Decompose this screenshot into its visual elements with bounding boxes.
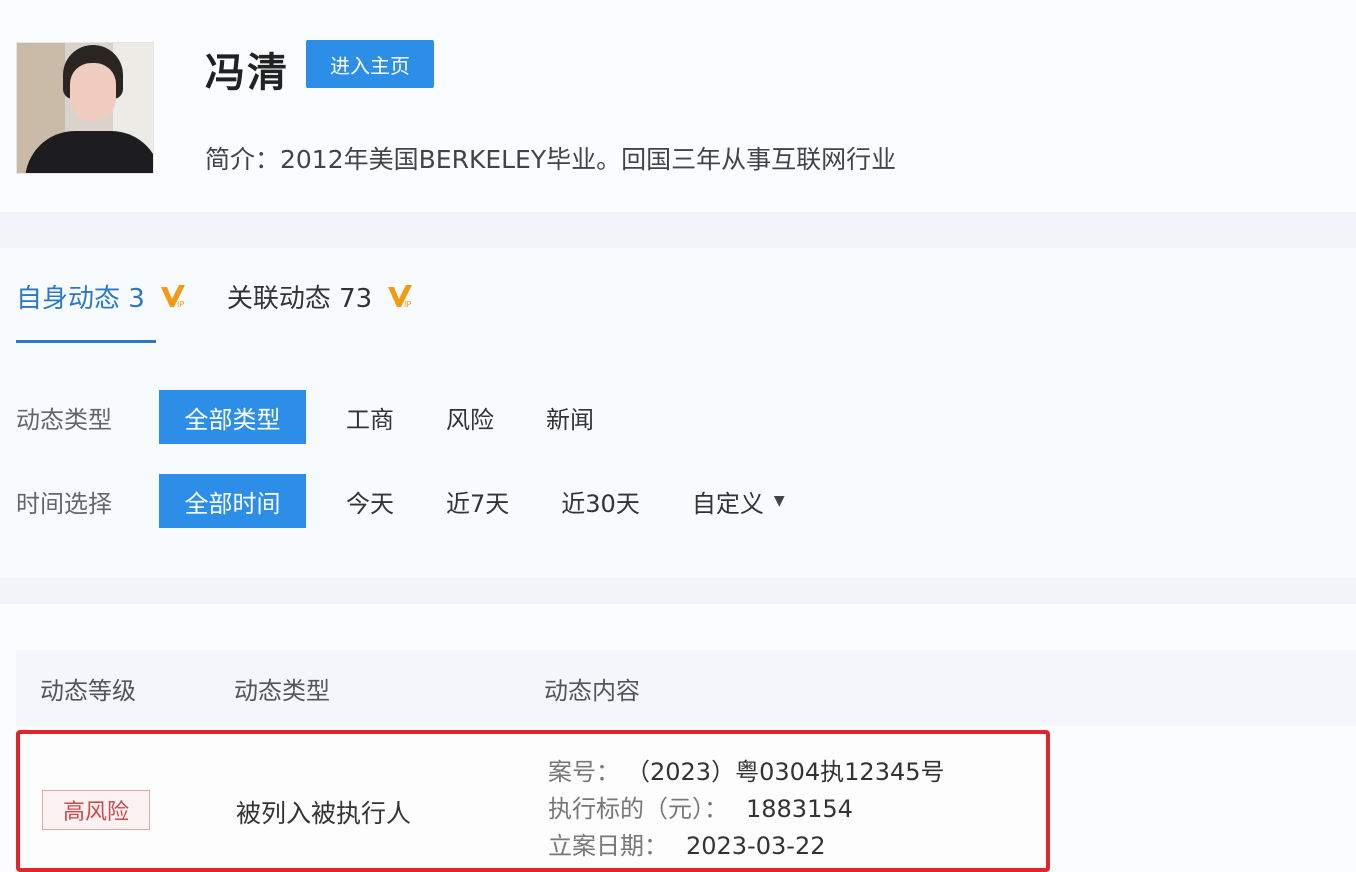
case-number-line: 案号： （2023）粤0304执12345号 [548,752,945,787]
caret-down-icon: ▼ [773,493,785,509]
detail-value: （2023）粤0304执12345号 [638,758,945,786]
filing-date-line: 立案日期： 2023-03-22 [548,826,825,861]
tab-related-dynamics[interactable]: 关联动态 73 IP [227,278,414,315]
time-option-7days[interactable]: 近7天 [428,474,527,528]
tab-label: 关联动态 73 [226,283,373,314]
filter-panel: 自身动态 3 IP 关联动态 73 IP 动态类型 全部类型 工商 风险 新闻 [0,248,1356,578]
time-option-30days[interactable]: 近30天 [543,474,658,528]
enter-homepage-button[interactable]: 进入主页 [306,40,434,88]
avatar [16,42,154,174]
type-option-news[interactable]: 新闻 [528,390,612,444]
type-option-business[interactable]: 工商 [328,390,412,444]
time-option-custom-dropdown[interactable]: 自定义 ▼ [674,474,803,528]
detail-key: 案号： [548,758,620,786]
custom-option-label: 自定义 [691,489,764,518]
dynamics-table: 动态等级 动态类型 动态内容 高风险 被列入被执行人 案号： （2023）粤030… [0,604,1356,872]
detail-value: 2023-03-22 [686,832,826,860]
column-header-content: 动态内容 [544,676,640,705]
profile-name: 冯清 [205,50,289,96]
type-option-all[interactable]: 全部类型 [159,390,306,444]
detail-value: 1883154 [746,795,853,823]
time-filter-label: 时间选择 [16,489,112,518]
type-filter-label: 动态类型 [16,405,112,434]
vip-badge-icon: IP [388,285,413,309]
detail-key: 执行标的（元）： [548,795,728,823]
execution-amount-line: 执行标的（元）： 1883154 [548,789,853,824]
type-option-risk[interactable]: 风险 [428,390,512,444]
dynamic-type-text: 被列入被执行人 [236,799,412,828]
time-filter-row: 时间选择 全部时间 今天 近7天 近30天 自定义 ▼ [16,474,819,528]
type-filter-row: 动态类型 全部类型 工商 风险 新闻 [16,390,628,444]
active-tab-indicator [16,340,156,343]
tab-label: 自身动态 3 [16,283,145,314]
profile-card: 冯清 进入主页 简介：2012年美国BERKELEY毕业。回国三年从事互联网行业 [0,0,1356,212]
table-header: 动态等级 动态类型 动态内容 [16,650,1356,726]
time-option-all[interactable]: 全部时间 [159,474,306,528]
page: 冯清 进入主页 简介：2012年美国BERKELEY毕业。回国三年从事互联网行业… [0,0,1356,872]
dynamics-tabs: 自身动态 3 IP 关联动态 73 IP [16,276,454,316]
column-header-type: 动态类型 [234,676,330,705]
column-header-level: 动态等级 [40,676,136,705]
svg-text:IP: IP [177,300,184,309]
svg-text:IP: IP [404,300,411,309]
time-option-today[interactable]: 今天 [328,474,412,528]
vip-badge-icon: IP [160,285,185,309]
risk-level-badge: 高风险 [42,790,150,830]
table-row[interactable]: 高风险 被列入被执行人 案号： （2023）粤0304执12345号 执行标的（元… [16,730,1050,872]
detail-key: 立案日期： [548,832,668,860]
tab-self-dynamics[interactable]: 自身动态 3 IP [16,278,187,315]
profile-intro: 简介：2012年美国BERKELEY毕业。回国三年从事互联网行业 [205,145,897,174]
